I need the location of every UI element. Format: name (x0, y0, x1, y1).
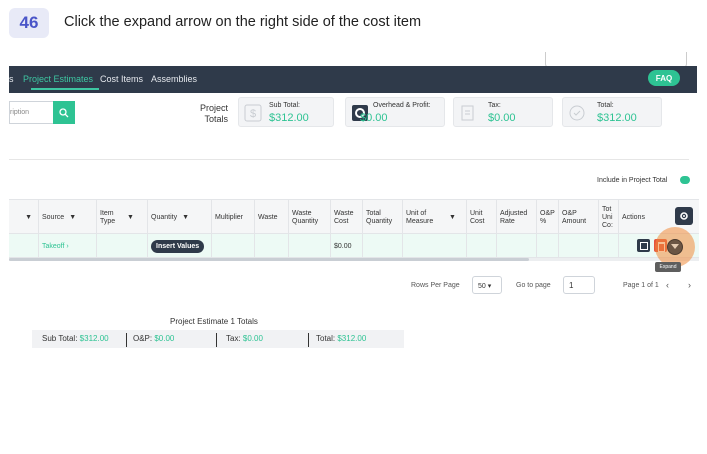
chevron-down-icon: ▼ (449, 213, 456, 221)
estimate-op: O&P: $0.00 (133, 334, 175, 343)
dollar-icon: $ (244, 104, 262, 122)
waste-cost-cell: $0.00 (331, 234, 363, 258)
source-link[interactable]: Takeoff › (42, 243, 69, 250)
divider (9, 159, 689, 160)
total-label: Total: (597, 102, 614, 109)
header-op-amount[interactable]: O&P Amount (559, 200, 599, 235)
receipt-icon (459, 104, 477, 122)
page-of-label: Page 1 of 1 (623, 282, 659, 289)
rows-per-page-select[interactable]: 50 ▾ (472, 276, 502, 294)
chevron-down-icon (671, 244, 679, 249)
nav-item-previous[interactable]: s (9, 74, 14, 84)
header-prev-column[interactable]: ▼ (9, 200, 39, 235)
top-nav: s Project Estimates Cost Items Assemblie… (9, 66, 697, 93)
svg-text:$: $ (250, 108, 256, 120)
header-waste-quantity[interactable]: Waste Quantity (289, 200, 331, 235)
overhead-profit-value: $0.00 (360, 112, 388, 124)
search-input[interactable]: ription (9, 101, 53, 124)
go-to-page-input[interactable]: 1 (563, 276, 595, 294)
expand-button[interactable] (667, 239, 683, 255)
page: 46 Click the expand arrow on the right s… (0, 0, 707, 454)
sub-total-value: $312.00 (269, 112, 309, 124)
include-in-total-label: Include in Project Total (597, 177, 668, 184)
estimate-totals-bar: Sub Total: $312.00 O&P: $0.00 Tax: $0.00… (32, 330, 404, 348)
step-number-badge: 46 (9, 8, 49, 38)
go-to-page-label: Go to page (516, 282, 551, 289)
sub-total-label: Sub Total: (269, 102, 301, 109)
search-button[interactable] (53, 101, 75, 124)
table-row[interactable]: Takeoff › Insert Values $0.00 (9, 234, 699, 258)
chevron-right-icon[interactable]: › (688, 280, 691, 290)
header-total-unit-cost[interactable]: Tot Uni Co: (599, 200, 619, 235)
header-multiplier[interactable]: Multiplier (212, 200, 255, 235)
faq-button[interactable]: FAQ (648, 70, 680, 86)
header-unit-cost[interactable]: Unit Cost (467, 200, 497, 235)
header-source[interactable]: Source ▼ (39, 200, 97, 235)
header-op-percent[interactable]: O&P % (537, 200, 559, 235)
sub-total-card: $ Sub Total: $312.00 (238, 97, 334, 127)
project-totals-label: Project Totals (199, 103, 228, 124)
estimate-sub-total: Sub Total: $312.00 (42, 334, 109, 343)
header-waste[interactable]: Waste (255, 200, 289, 235)
nav-item-project-estimates[interactable]: Project Estimates (23, 74, 93, 84)
step-instruction: Click the expand arrow on the right side… (64, 14, 422, 30)
chevron-down-icon: ▼ (127, 213, 134, 221)
chevron-left-icon[interactable]: ‹ (666, 280, 669, 290)
overhead-profit-label: Overhead & Profit: (373, 102, 431, 109)
check-circle-icon (568, 104, 586, 122)
rows-per-page-label: Rows Per Page (411, 282, 460, 289)
horizontal-scrollbar[interactable] (9, 258, 699, 261)
header-total-quantity[interactable]: Total Quantity (363, 200, 403, 235)
include-in-total-toggle[interactable] (680, 176, 690, 184)
chevron-down-icon: ▼ (69, 213, 77, 221)
header-item-type[interactable]: Item Type ▼ (97, 200, 148, 235)
active-tab-indicator (31, 88, 99, 90)
nav-item-cost-items[interactable]: Cost Items (100, 74, 143, 84)
header-adjusted-rate[interactable]: Adjusted Rate (497, 200, 537, 235)
tax-label: Tax: (488, 102, 501, 109)
estimate-totals-title: Project Estimate 1 Totals (170, 317, 258, 326)
chevron-down-icon: ▼ (25, 213, 32, 221)
tax-value: $0.00 (488, 112, 516, 124)
tax-card: Tax: $0.00 (453, 97, 553, 127)
header-unit-of-measure[interactable]: Unit of Measure ▼ (403, 200, 467, 235)
total-value: $312.00 (597, 112, 637, 124)
gear-icon (680, 212, 688, 220)
chevron-down-icon: ▼ (182, 213, 190, 221)
header-quantity[interactable]: Quantity ▼ (148, 200, 212, 235)
header-waste-cost[interactable]: Waste Cost (331, 200, 363, 235)
estimate-tax: Tax: $0.00 (226, 334, 263, 343)
total-card: Total: $312.00 (562, 97, 662, 127)
estimate-total: Total: $312.00 (316, 334, 367, 343)
search-icon (59, 107, 69, 117)
insert-values-button[interactable]: Insert Values (151, 239, 205, 253)
duplicate-icon[interactable] (637, 239, 650, 252)
scrollbar-thumb[interactable] (9, 258, 529, 261)
table-header: ▼ Source ▼ Item Type ▼ Quantity ▼ Multiplie… (9, 199, 699, 235)
column-settings-button[interactable] (675, 207, 693, 225)
expand-tooltip: Expand (655, 262, 681, 272)
overhead-profit-card: Overhead & Profit: $0.00 (345, 97, 445, 127)
nav-item-assemblies[interactable]: Assemblies (151, 74, 197, 84)
